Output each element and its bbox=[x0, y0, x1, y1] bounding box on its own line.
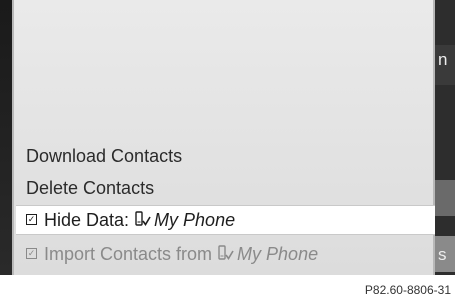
menu-item-label: Import Contacts from bbox=[44, 244, 213, 264]
menu-item-label: Download Contacts bbox=[26, 146, 183, 166]
menu-item-delete-contacts[interactable]: Delete Contacts bbox=[26, 178, 154, 199]
device-name: My Phone bbox=[237, 244, 319, 264]
background-right: n s bbox=[435, 0, 455, 275]
background-edge-char: n bbox=[438, 50, 448, 69]
background-strip bbox=[435, 180, 455, 216]
phone-check-icon bbox=[135, 211, 151, 226]
checkbox-checked-icon[interactable]: ✓ bbox=[26, 213, 37, 225]
background-edge-char: s bbox=[438, 245, 447, 264]
screen: n s Download Contacts Delete Contacts ✓ H… bbox=[0, 0, 455, 304]
figure-caption: P82.60-8806-31 bbox=[364, 283, 451, 297]
menu-item-label: Delete Contacts bbox=[26, 178, 155, 198]
menu-item-import-contacts[interactable]: ✓ Import Contacts from My Phone bbox=[26, 244, 318, 265]
menu-item-download-contacts[interactable]: Download Contacts bbox=[26, 146, 182, 167]
phone-check-icon bbox=[218, 245, 234, 260]
checkbox-checked-icon[interactable]: ✓ bbox=[26, 247, 37, 259]
menu-item-hide-data[interactable]: ✓ Hide Data: My Phone bbox=[16, 205, 435, 235]
device-name: My Phone bbox=[154, 210, 236, 230]
background-left bbox=[0, 0, 12, 275]
submenu-panel: Download Contacts Delete Contacts ✓ Hide … bbox=[12, 0, 435, 275]
menu-item-label: Hide Data: bbox=[44, 210, 130, 230]
